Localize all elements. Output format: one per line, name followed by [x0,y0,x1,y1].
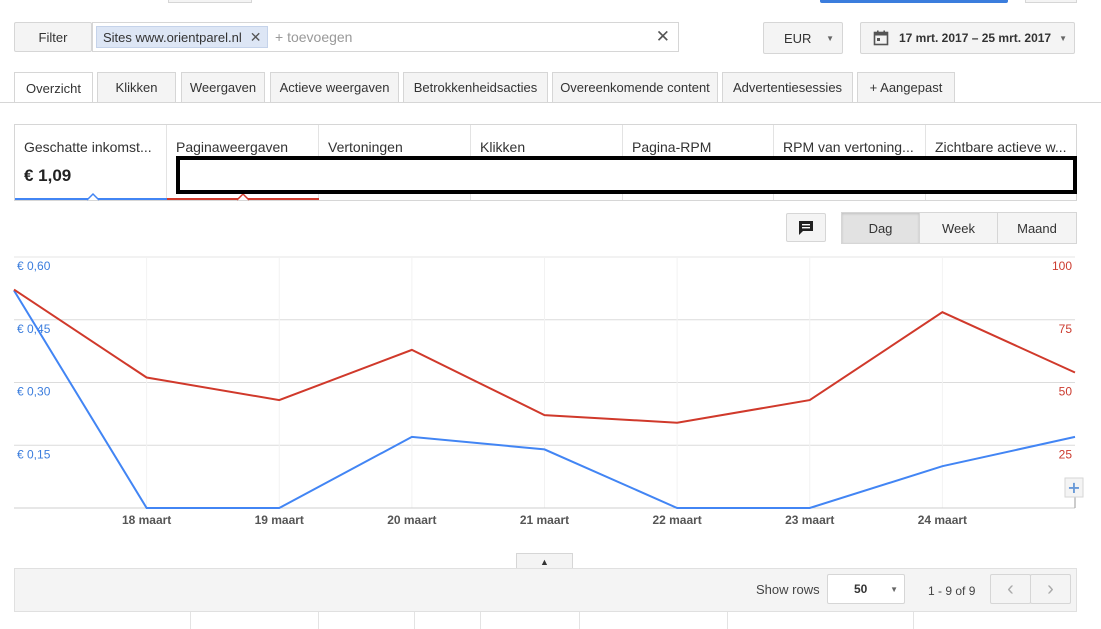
currency-select[interactable]: EUR ▼ [763,22,843,54]
performance-chart: € 0,60 100€ 0,45 75€ 0,30 50€ 0,15 2518 maar… [13,256,1084,527]
metric-label: Vertoningen [328,139,403,155]
filter-button[interactable]: Filter [14,22,92,52]
date-range-picker[interactable]: 17 mrt. 2017 – 25 mrt. 2017 ▼ [860,22,1075,54]
table-header-cell[interactable] [914,612,1077,629]
x-axis-tick-label: 22 maart [652,513,701,527]
chevron-right-icon: › [1047,578,1054,600]
chevron-up-icon: ▲ [540,557,549,567]
x-axis-tick-label: 20 maart [387,513,436,527]
top-primary-button-stub[interactable] [820,0,1008,3]
view-week-button[interactable]: Week [919,212,998,244]
rows-per-page-select[interactable]: 50 ▼ [827,574,905,604]
table-header-cell[interactable] [580,612,728,629]
add-filter-placeholder[interactable]: + toevoegen [275,29,352,45]
metric-label: Pagina-RPM [632,139,712,155]
table-header-cell[interactable] [191,612,319,629]
table-header-cell[interactable] [14,612,191,629]
metric-label: Zichtbare actieve w... [935,139,1067,155]
close-icon[interactable]: ✕ [250,29,262,46]
comment-icon [799,220,813,235]
right-axis-tick-label: 75 [1059,322,1073,336]
table-header-row [14,611,1077,629]
x-axis-tick-label: 19 maart [255,513,304,527]
metric-estimated-earnings[interactable]: Geschatte inkomst... € 1,09 [15,125,167,200]
x-axis-tick-label: 21 maart [520,513,569,527]
right-axis-tick-label: 100 [1052,259,1072,273]
filter-chip[interactable]: Sites www.orientparel.nl ✕ [96,26,269,48]
chevron-left-icon: ‹ [1007,578,1014,600]
tab-actieve-weergaven[interactable]: Actieve weergaven [270,72,399,102]
page-info: 1 - 9 of 9 [928,584,976,598]
right-axis-tick-label: 50 [1059,385,1073,399]
plus-icon[interactable]: + [1067,478,1080,497]
rows-value: 50 [854,582,868,596]
table-header-cell[interactable] [728,612,914,629]
collapse-table-handle[interactable]: ▲ [516,553,573,569]
table-header-cell[interactable] [481,612,580,629]
tab-betrokkenheidsacties[interactable]: Betrokkenheidsacties [403,72,548,102]
view-month-button[interactable]: Maand [997,212,1077,244]
tab-weergaven[interactable]: Weergaven [181,72,265,102]
tab-divider [0,102,1101,103]
view-day-button[interactable]: Dag [841,212,920,244]
show-rows-label: Show rows [756,582,820,597]
x-axis-tick-label: 18 maart [122,513,171,527]
dropdown-arrow-icon: ▼ [890,584,898,594]
metric-label: Klikken [480,139,526,155]
filter-input-box[interactable]: Sites www.orientparel.nl ✕ + toevoegen ✕ [92,22,679,52]
dropdown-arrow-icon: ▼ [826,33,834,43]
tab-overzicht[interactable]: Overzicht [14,72,93,103]
metric-value: € 1,09 [24,166,72,185]
prev-page-button[interactable]: ‹ [990,574,1031,604]
annotation-button[interactable] [786,213,826,242]
tab-advertentiesessies[interactable]: Advertentiesessies [722,72,853,102]
date-range-label: 17 mrt. 2017 – 25 mrt. 2017 [899,31,1052,45]
left-axis-tick-label: € 0,15 [17,447,51,461]
table-header-cell[interactable] [415,612,481,629]
metric-label: RPM van vertoning... [783,139,914,155]
redaction-box [176,156,1077,194]
next-page-button[interactable]: › [1030,574,1071,604]
metric-label: Geschatte inkomst... [24,139,152,155]
calendar-icon [873,30,889,46]
close-icon[interactable]: ✕ [656,27,670,47]
tab-aangepast[interactable]: + Aangepast [857,72,955,102]
right-axis-tick-label: 25 [1059,447,1073,461]
metric-caret-icon [86,192,100,201]
x-axis-tick-label: 24 maart [918,513,967,527]
filter-chip-label: Sites www.orientparel.nl [103,29,242,45]
tab-klikken[interactable]: Klikken [97,72,176,102]
top-control-stub[interactable] [1025,0,1077,3]
left-axis-tick-label: € 0,30 [17,385,51,399]
tab-overeenkomende-content[interactable]: Overeenkomende content [552,72,718,102]
currency-label: EUR [784,30,812,46]
dropdown-arrow-icon: ▼ [1059,33,1067,43]
x-axis-tick-label: 23 maart [785,513,834,527]
top-control-stub[interactable] [168,0,252,3]
metric-label: Paginaweergaven [176,139,289,155]
table-header-cell[interactable] [319,612,415,629]
left-axis-tick-label: € 0,60 [17,259,51,273]
